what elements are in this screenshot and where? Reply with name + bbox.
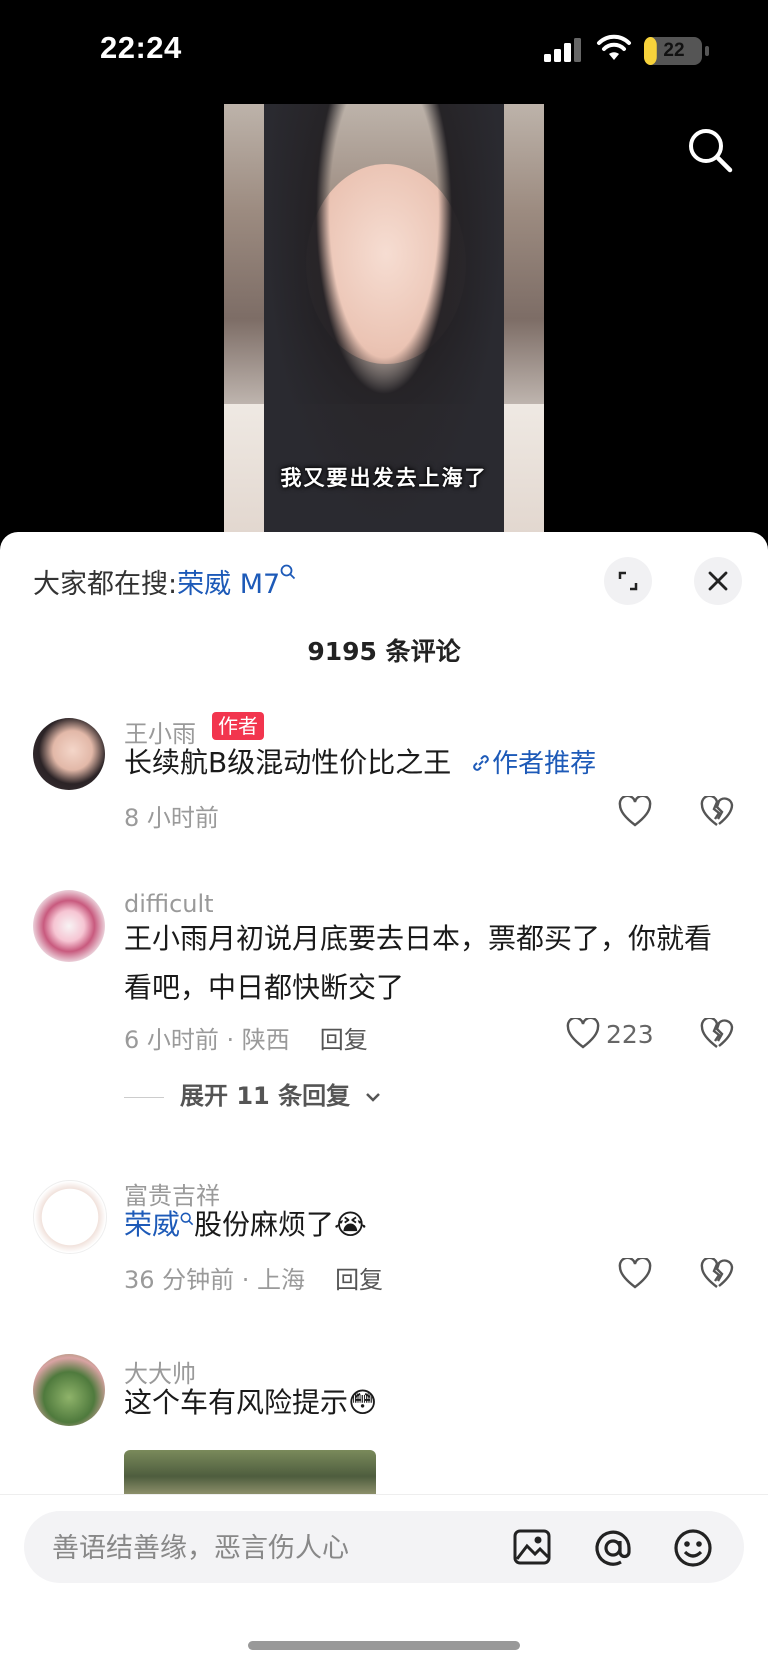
- battery-level: 22: [663, 40, 685, 61]
- comment-time: 8 小时前: [124, 804, 219, 832]
- home-indicator: [248, 1641, 520, 1650]
- comment-text: 荣威 股份麻烦了😭: [124, 1200, 734, 1249]
- search-small-icon: [280, 564, 296, 580]
- heart-icon[interactable]: [566, 1018, 600, 1050]
- image-icon[interactable]: [512, 1527, 552, 1567]
- comment-body: 长续航B级混动性价比之王: [124, 746, 452, 779]
- expand-icon: [618, 571, 638, 591]
- video-caption: 我又要出发去上海了: [280, 466, 488, 490]
- comment-text: 王小雨月初说月底要去日本，票都买了，你就看看吧，中日都快断交了: [124, 922, 713, 1004]
- comment-text: 这个车有风险提示😳: [124, 1378, 734, 1427]
- comment-meta: 6 小时前 · 陕西 回复: [124, 1020, 368, 1055]
- comment-input-bar: [0, 1494, 768, 1664]
- comment-input[interactable]: [50, 1511, 494, 1585]
- heart-icon[interactable]: [618, 1258, 652, 1290]
- broken-heart-icon[interactable]: [700, 1018, 734, 1050]
- close-icon: [708, 571, 728, 591]
- chevron-down-icon: [366, 1093, 381, 1102]
- status-time: 22:24: [100, 30, 182, 65]
- avatar[interactable]: [33, 718, 105, 790]
- video-player[interactable]: 我又要出发去上海了: [224, 104, 544, 534]
- emoji-icon[interactable]: [672, 1527, 714, 1569]
- search-small-icon: [180, 1212, 194, 1226]
- author-recommend-link[interactable]: 作者推荐: [492, 749, 596, 779]
- heart-icon[interactable]: [618, 796, 652, 828]
- author-badge: 作者: [212, 712, 264, 740]
- reply-button[interactable]: 回复: [320, 1026, 368, 1054]
- hot-search[interactable]: 大家都在搜:荣威 M7: [33, 562, 296, 601]
- comment-count: 9195 条评论: [307, 637, 461, 666]
- emoji: 😳: [348, 1386, 378, 1419]
- expand-replies-button[interactable]: 展开 11 条回复: [124, 1076, 382, 1111]
- avatar[interactable]: [33, 1354, 105, 1426]
- emoji: 😭: [334, 1208, 367, 1241]
- wifi-icon: [597, 34, 631, 60]
- battery-indicator: 22: [644, 37, 710, 69]
- reply-button[interactable]: 回复: [335, 1266, 383, 1294]
- keyword-link[interactable]: 荣威: [124, 1208, 180, 1241]
- expand-replies-label: 展开 11 条回复: [180, 1082, 351, 1110]
- like-count: 223: [606, 1020, 654, 1049]
- link-icon: [473, 755, 489, 771]
- comment-text: 长续航B级混动性价比之王 作者推荐: [124, 738, 734, 789]
- comment-image-thumbnail[interactable]: [124, 1450, 376, 1494]
- comment-meta: 8 小时前: [124, 798, 219, 833]
- expand-button[interactable]: [604, 557, 652, 605]
- hot-search-prefix: 大家都在搜:: [33, 569, 178, 600]
- avatar[interactable]: [33, 1180, 107, 1254]
- comment-input-container: [24, 1511, 744, 1585]
- cellular-signal-icon: [544, 38, 581, 62]
- at-icon[interactable]: [592, 1527, 634, 1569]
- close-button[interactable]: [694, 557, 742, 605]
- broken-heart-icon[interactable]: [700, 1258, 734, 1290]
- expand-divider: [124, 1096, 164, 1098]
- hot-search-keyword[interactable]: 荣威 M7: [177, 569, 280, 600]
- comment-time: 36 分钟前 · 上海: [124, 1266, 306, 1294]
- comment-body: 这个车有风险提示: [124, 1386, 349, 1419]
- broken-heart-icon[interactable]: [700, 796, 734, 828]
- comment-body: 股份麻烦了: [194, 1208, 335, 1241]
- avatar[interactable]: [33, 890, 105, 962]
- status-bar: 22:24 22: [0, 0, 768, 100]
- search-icon[interactable]: [686, 126, 734, 174]
- comment-meta: 36 分钟前 · 上海 回复: [124, 1260, 383, 1295]
- comment-time: 6 小时前 · 陕西: [124, 1026, 290, 1054]
